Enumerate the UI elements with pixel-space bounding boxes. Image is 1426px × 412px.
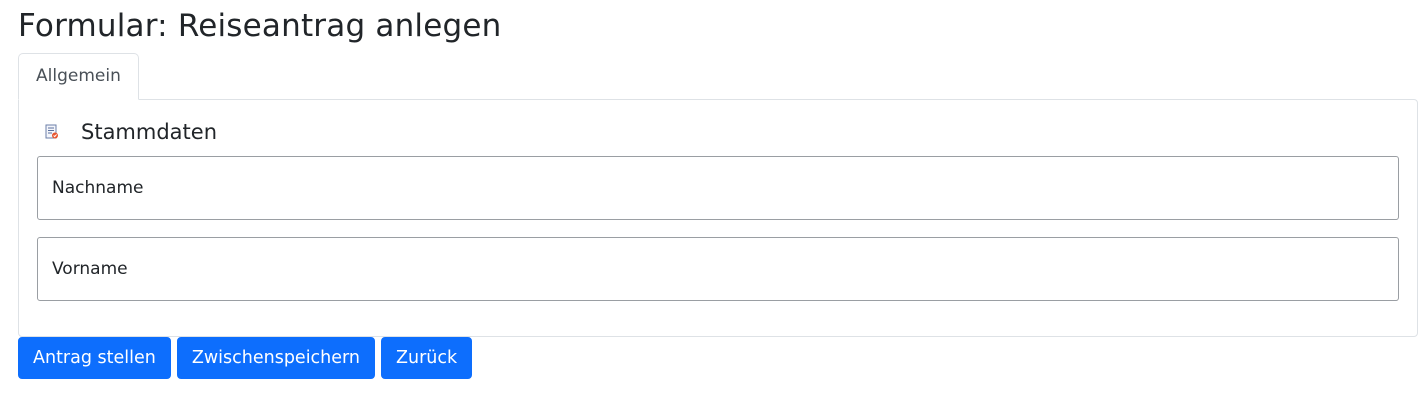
- tab-panel-allgemein: Stammdaten Nachname Vorname: [18, 99, 1418, 337]
- tab-allgemein[interactable]: Allgemein: [18, 53, 139, 100]
- nachname-label: Nachname: [52, 178, 144, 198]
- form-actions: Antrag stellen Zwischenspeichern Zurück: [18, 337, 473, 379]
- form-edit-icon: [45, 124, 59, 140]
- vorname-field[interactable]: Vorname: [37, 237, 1399, 301]
- nachname-field[interactable]: Nachname: [37, 156, 1399, 220]
- section-header-stammdaten: Stammdaten: [45, 118, 217, 146]
- back-button[interactable]: Zurück: [381, 337, 473, 379]
- submit-request-button[interactable]: Antrag stellen: [18, 337, 171, 379]
- page-title: Formular: Reiseantrag anlegen: [18, 8, 502, 44]
- section-title: Stammdaten: [81, 120, 218, 144]
- tab-bar: Allgemein: [18, 53, 139, 100]
- save-draft-button[interactable]: Zwischenspeichern: [176, 337, 376, 379]
- vorname-label: Vorname: [52, 259, 128, 279]
